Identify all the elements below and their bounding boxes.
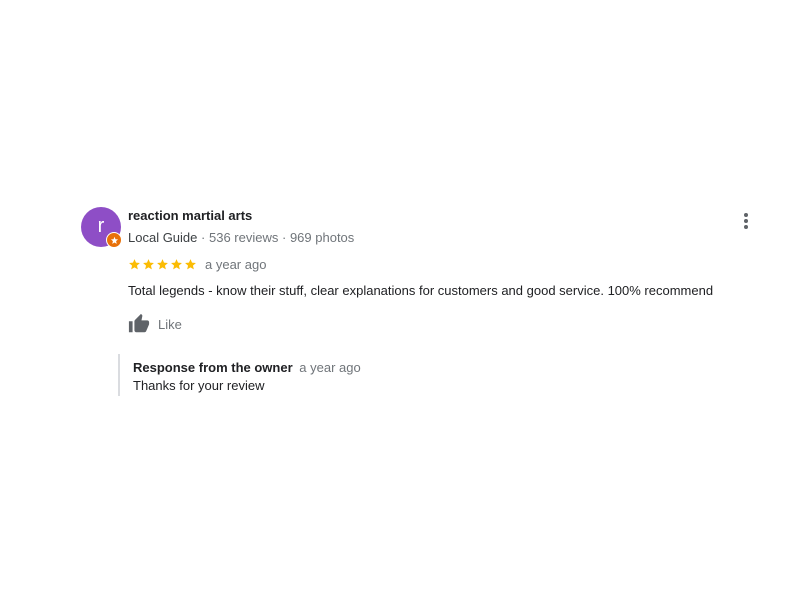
owner-response-text: Thanks for your review xyxy=(133,378,265,393)
star-icon xyxy=(157,258,168,269)
star-icon xyxy=(143,258,154,269)
more-vertical-icon xyxy=(744,213,748,217)
more-vertical-icon xyxy=(744,219,748,223)
rating-row: a year ago xyxy=(128,256,728,272)
reviewer-avatar[interactable]: r xyxy=(81,207,122,248)
owner-response-title: Response from the owner xyxy=(133,360,293,375)
reviewer-name[interactable]: reaction martial arts xyxy=(128,207,728,225)
like-label: Like xyxy=(158,316,182,332)
photos-count: 969 photos xyxy=(289,230,355,245)
avatar-letter: r xyxy=(97,215,105,237)
star-rating xyxy=(128,258,197,271)
more-vertical-icon xyxy=(744,225,748,229)
more-options-button[interactable] xyxy=(734,209,758,233)
review-date: a year ago xyxy=(205,256,267,272)
review-content: reaction martial arts Local Guide · 536 … xyxy=(128,206,748,335)
reviewer-meta: Local Guide · 536 reviews · 969 photos xyxy=(128,229,728,247)
meta-separator: · xyxy=(201,230,206,245)
meta-separator: · xyxy=(281,230,287,245)
reviews-count: 536 reviews xyxy=(208,230,279,245)
star-icon xyxy=(171,258,182,269)
owner-response-date: a year ago xyxy=(299,360,361,375)
review-text: Total legends - know their stuff, clear … xyxy=(128,283,714,298)
star-icon xyxy=(185,258,196,269)
badge-star-icon xyxy=(110,236,118,244)
like-button[interactable]: Like xyxy=(128,313,728,335)
star-icon xyxy=(129,258,140,269)
owner-response-header: Response from the owner a year ago xyxy=(133,359,693,377)
local-guide-badge-icon xyxy=(106,232,122,248)
owner-response: Response from the owner a year ago Thank… xyxy=(118,354,693,396)
thumbs-up-icon xyxy=(128,313,150,333)
local-guide-label: Local Guide xyxy=(128,230,198,245)
